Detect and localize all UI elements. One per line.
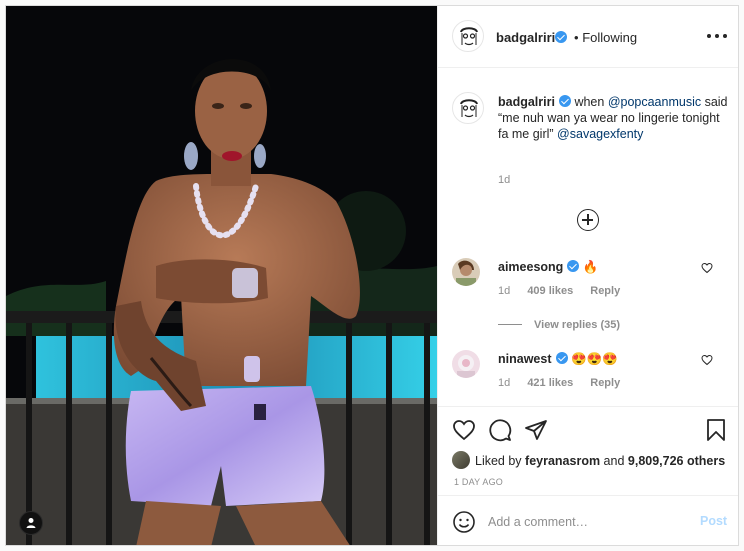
comments-section: badgalriri when @popcaanmusic said “me n… [438,68,738,406]
comment-line: ninawest 😍😍😍 [498,352,618,367]
divider [498,324,522,325]
user-tag-icon[interactable] [19,511,43,535]
separator: • [574,30,579,45]
comment-bubble-icon[interactable] [488,418,512,442]
share-plane-icon[interactable] [524,418,548,442]
author-username[interactable]: badgalriri [496,30,555,45]
add-comment-bar: Post [438,495,738,545]
liker-avatar[interactable] [452,451,470,469]
comment-username[interactable]: aimeesong [498,260,563,274]
comment-username[interactable]: ninawest [498,352,552,366]
post-side-panel: badgalriri • Following badgalriri when @… [437,6,738,545]
comment-likes[interactable]: 409 likes [527,285,573,297]
verified-badge-icon [567,260,580,272]
liked-by-prefix: Liked by [475,454,526,468]
comment-time[interactable]: 1d [498,285,510,297]
likes-count-link[interactable]: 9,809,726 others [628,454,725,468]
liked-by-and: and [600,454,628,468]
verified-badge-icon [555,31,567,43]
post-photo[interactable] [6,6,437,545]
post-header: badgalriri • Following [438,6,738,68]
commenter-avatar[interactable] [452,258,480,286]
load-more-comments-icon[interactable] [577,209,599,231]
more-options-icon[interactable] [707,28,727,44]
following-label[interactable]: Following [582,30,637,45]
comment-text: 🔥 [582,260,599,274]
comment-text: 😍😍😍 [570,352,618,366]
post-actions: Liked by feyranasrom and 9,809,726 other… [438,406,738,545]
caption-time[interactable]: 1d [498,174,510,186]
mention-link[interactable]: @savagexfenty [557,127,643,141]
comment-line: aimeesong 🔥 [498,260,598,275]
like-heart-icon[interactable] [452,418,476,442]
caption-part: when [570,95,608,109]
verified-badge-icon [558,95,571,107]
mention-link[interactable]: @popcaanmusic [608,95,701,109]
heart-icon[interactable] [701,262,713,274]
bookmark-icon[interactable] [704,418,728,442]
post-card: badgalriri • Following badgalriri when @… [5,5,739,546]
follow-status[interactable]: • Following [574,30,637,45]
view-replies-label: View replies (35) [534,319,621,331]
emoji-icon[interactable] [452,510,476,534]
photo-scene [6,6,437,545]
caption-text: badgalriri when @popcaanmusic said “me n… [498,94,730,142]
verified-badge-icon [555,352,568,364]
caption-avatar[interactable] [452,92,484,124]
comment-input[interactable] [488,510,688,534]
author-avatar[interactable] [452,20,484,52]
comment-meta: 1d 409 likes Reply [498,285,634,297]
post-date[interactable]: 1 DAY AGO [454,477,503,487]
comment-meta: 1d 421 likes Reply [498,377,634,389]
comment-likes[interactable]: 421 likes [527,377,573,389]
post-comment-button[interactable]: Post [700,514,727,528]
commenter-avatar[interactable] [452,350,480,378]
reply-button[interactable]: Reply [590,377,620,389]
caption-username[interactable]: badgalriri [498,95,555,109]
heart-icon[interactable] [701,354,713,366]
reply-button[interactable]: Reply [590,285,620,297]
liker-username[interactable]: feyranasrom [525,454,600,468]
liked-by: Liked by feyranasrom and 9,809,726 other… [452,451,725,469]
view-replies-button[interactable]: View replies (35) [498,319,620,331]
comment-time[interactable]: 1d [498,377,510,389]
